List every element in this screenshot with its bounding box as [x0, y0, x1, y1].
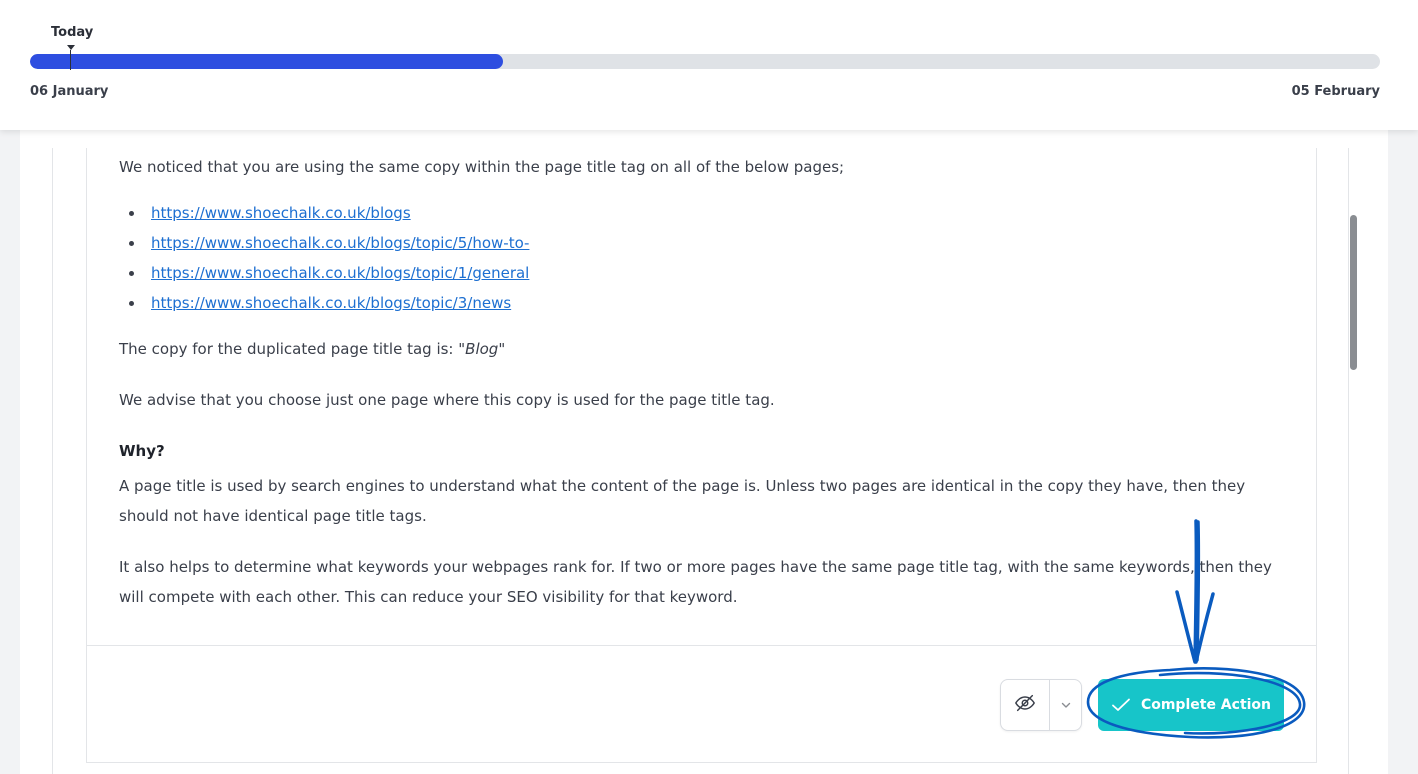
advice-text: We advise that you choose just one page …	[119, 391, 775, 409]
hide-action-group	[1000, 679, 1082, 731]
bullet-icon	[129, 241, 134, 246]
intro-text: We noticed that you are using the same c…	[119, 158, 845, 176]
bullet-icon	[129, 271, 134, 276]
check-icon	[1111, 697, 1131, 713]
complete-action-button[interactable]: Complete Action	[1098, 679, 1284, 731]
timeline-start-date: 06 January	[30, 84, 109, 99]
page-link[interactable]: https://www.shoechalk.co.uk/blogs	[151, 204, 411, 222]
scrollbar-thumb[interactable]	[1350, 215, 1357, 370]
duplicate-suffix: "	[498, 340, 506, 358]
page-link[interactable]: https://www.shoechalk.co.uk/blogs/topic/…	[151, 264, 529, 282]
hide-action-button[interactable]	[1001, 680, 1051, 730]
list-item: https://www.shoechalk.co.uk/blogs/topic/…	[119, 228, 529, 258]
list-item: https://www.shoechalk.co.uk/blogs	[119, 198, 529, 228]
why-heading: Why?	[119, 442, 165, 460]
timeline-progress-track	[30, 54, 1380, 69]
list-item: https://www.shoechalk.co.uk/blogs/topic/…	[119, 258, 529, 288]
card-divider	[87, 645, 1316, 646]
today-label: Today	[51, 25, 94, 40]
today-marker-line	[70, 50, 71, 70]
bullet-icon	[129, 211, 134, 216]
timeline-end-date: 05 February	[1291, 84, 1380, 99]
duplicate-prefix: The copy for the duplicated page title t…	[119, 340, 466, 358]
affected-pages-list: https://www.shoechalk.co.uk/blogs https:…	[119, 198, 529, 318]
duplicate-value: Blog	[465, 340, 499, 358]
page-link[interactable]: https://www.shoechalk.co.uk/blogs/topic/…	[151, 294, 511, 312]
chevron-down-icon	[1060, 696, 1072, 715]
panel-border-left	[52, 148, 53, 774]
timeline-progress-fill	[30, 54, 503, 69]
why-paragraph-1: A page title is used by search engines t…	[119, 477, 1246, 525]
why-paragraph-2: It also helps to determine what keywords…	[119, 558, 1272, 606]
panel-border-right	[1348, 148, 1349, 774]
bullet-icon	[129, 301, 134, 306]
hide-options-dropdown[interactable]	[1050, 680, 1081, 730]
page-link[interactable]: https://www.shoechalk.co.uk/blogs/topic/…	[151, 234, 529, 252]
eye-off-icon	[1014, 692, 1036, 718]
list-item: https://www.shoechalk.co.uk/blogs/topic/…	[119, 288, 529, 318]
action-card: We noticed that you are using the same c…	[86, 148, 1317, 763]
duplicate-copy-text: The copy for the duplicated page title t…	[119, 334, 505, 364]
complete-action-label: Complete Action	[1140, 697, 1272, 713]
timeline-header: Today 06 January 05 February	[0, 0, 1418, 130]
today-marker-icon	[67, 45, 75, 50]
